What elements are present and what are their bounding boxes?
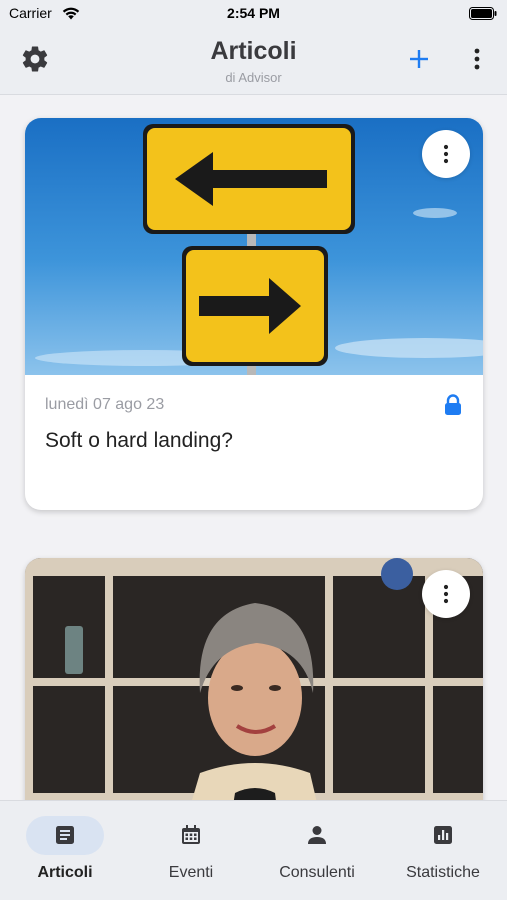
tab-label: Articoli xyxy=(37,864,93,881)
article-card[interactable] xyxy=(25,558,483,800)
article-card[interactable]: lunedì 07 ago 23 Soft o hard landing? xyxy=(25,118,483,510)
card-menu-button[interactable] xyxy=(422,130,470,178)
article-title: Soft o hard landing? xyxy=(45,429,233,452)
status-bar: Carrier 2:54 PM xyxy=(0,0,507,28)
road-signs-image xyxy=(25,118,483,375)
article-date: lunedì 07 ago 23 xyxy=(45,396,165,413)
bar-chart-icon xyxy=(434,826,452,844)
lock-icon xyxy=(445,394,461,415)
tab-consulenti[interactable]: Consulenti xyxy=(254,801,380,900)
more-options-icon[interactable] xyxy=(465,45,489,73)
tab-statistiche[interactable]: Statistiche xyxy=(380,801,506,900)
battery-icon xyxy=(469,7,497,20)
more-options-icon xyxy=(443,144,449,164)
tab-eventi[interactable]: Eventi xyxy=(128,801,254,900)
tab-bar: Articoli Eventi Consulenti Statistiche xyxy=(0,800,507,900)
status-time: 2:54 PM xyxy=(227,5,280,21)
article-icon xyxy=(56,826,74,844)
nav-header: Articoli di Advisor xyxy=(0,28,507,95)
calendar-icon xyxy=(182,825,200,844)
tab-label: Statistiche xyxy=(406,864,480,881)
card-menu-button[interactable] xyxy=(422,570,470,618)
person-icon xyxy=(308,826,326,844)
articles-feed[interactable]: lunedì 07 ago 23 Soft o hard landing? xyxy=(0,96,507,800)
more-options-icon xyxy=(443,584,449,604)
tab-articoli[interactable]: Articoli xyxy=(2,801,128,900)
add-article-button[interactable] xyxy=(405,45,433,73)
tab-label: Eventi xyxy=(168,864,214,881)
tab-label: Consulenti xyxy=(279,864,355,881)
portrait-image xyxy=(25,558,483,800)
